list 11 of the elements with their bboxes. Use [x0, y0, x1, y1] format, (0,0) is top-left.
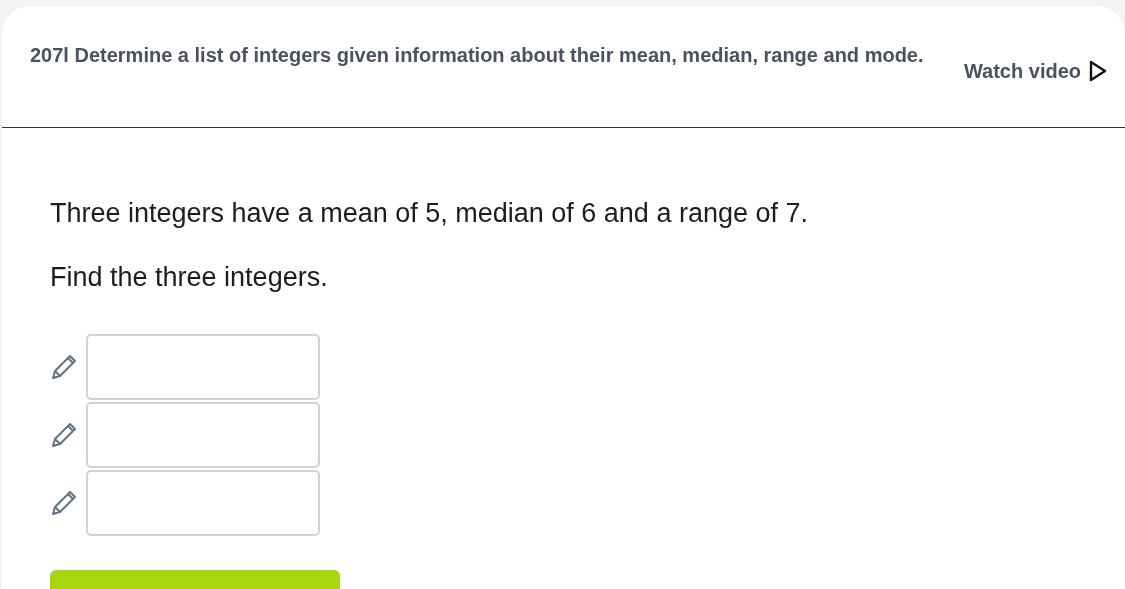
question-text: Find the three integers.: [50, 261, 329, 294]
watch-video-link[interactable]: Watch video: [963, 56, 1107, 86]
question-text: Three integers have a mean of 5, median of 6 and a range of 7.: [50, 197, 809, 230]
answer-field[interactable]: [86, 402, 320, 468]
pencil-icon: [50, 353, 78, 381]
answer-field[interactable]: [86, 470, 320, 536]
play-icon: [1089, 60, 1107, 82]
pencil-icon: [50, 489, 78, 517]
exercise-title: 207l Determine a list of integers given information about their mean, median, range and mode.: [30, 43, 925, 68]
answer-field[interactable]: [86, 334, 320, 400]
pencil-icon: [50, 421, 78, 449]
